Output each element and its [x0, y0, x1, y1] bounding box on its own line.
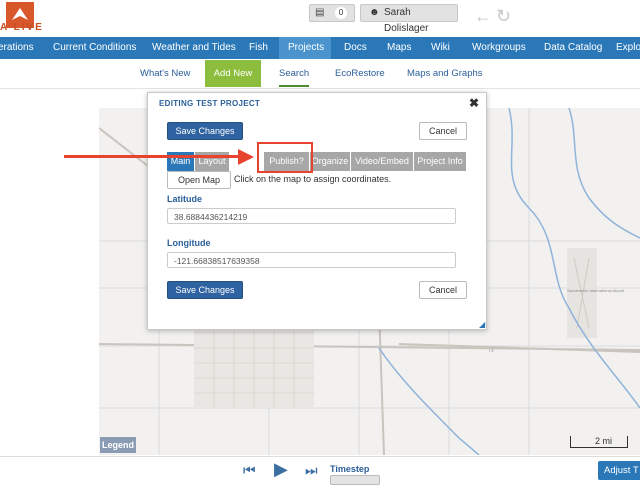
nav-item-current-conditions[interactable]: Current Conditions	[53, 37, 136, 59]
longitude-label: Longitude	[167, 238, 211, 248]
back-arrow-icon[interactable]: ←	[474, 6, 492, 27]
step-forward-icon[interactable]: ⏭	[305, 462, 318, 479]
nav-item-operations[interactable]: erations	[0, 37, 48, 59]
legend-button[interactable]: Legend	[100, 437, 136, 453]
main-nav: erations Current Conditions Weather and …	[0, 37, 640, 59]
logo-text: A LIVE	[0, 22, 44, 33]
longitude-input[interactable]: -121.66838517639358	[167, 252, 456, 268]
nav-item-docs[interactable]: Docs	[344, 37, 367, 59]
user-icon: ☻	[369, 7, 380, 18]
tab-video-embed[interactable]: Video/Embed	[351, 152, 414, 171]
tab-project-info[interactable]: Project Info	[414, 152, 467, 171]
tab-organize[interactable]: Organize	[310, 152, 351, 171]
subnav-add-new[interactable]: Add New	[205, 60, 261, 87]
step-back-icon[interactable]: ⏮	[243, 462, 256, 479]
nav-item-maps[interactable]: Maps	[387, 37, 411, 59]
latitude-label: Latitude	[167, 194, 202, 204]
nav-item-workgroups[interactable]: Workgroups	[472, 37, 526, 59]
top-bar: A LIVE ▤ 0 ☻ Sarah Dolislager ← ↻	[0, 0, 640, 36]
subnav-whats-new[interactable]: What's New	[140, 60, 190, 87]
annotation-arrow-line	[64, 155, 242, 158]
edit-project-dialog: EDITING TEST PROJECT ✖ Save Changes Canc…	[147, 92, 487, 330]
adjust-time-button[interactable]: Adjust T	[598, 461, 640, 480]
sub-nav: What's New Add New Search EcoRestore Map…	[0, 60, 640, 89]
dialog-title: EDITING TEST PROJECT	[159, 99, 261, 108]
nav-item-explore[interactable]: Explor	[616, 37, 640, 59]
map-hint-text: Click on the map to assign coordinates.	[234, 174, 392, 184]
timestep-select[interactable]	[330, 475, 380, 485]
user-menu-button[interactable]: ☻ Sarah Dolislager	[360, 4, 458, 34]
open-map-button[interactable]: Open Map	[167, 171, 231, 189]
latitude-input[interactable]: 38.6884436214219	[167, 208, 456, 224]
nav-item-fish[interactable]: Fish	[249, 37, 268, 59]
annotation-arrow-head	[238, 149, 254, 165]
nav-item-projects[interactable]: Projects	[279, 37, 331, 59]
annotation-highlight-box	[257, 142, 313, 173]
subnav-ecorestore[interactable]: EcoRestore	[335, 60, 385, 87]
timeline-bar	[0, 456, 640, 481]
basket-count: 0	[335, 7, 347, 19]
user-name: Sarah Dolislager	[384, 7, 429, 34]
close-icon[interactable]: ✖	[469, 96, 479, 110]
scale-label: 2 mi	[595, 436, 613, 446]
nav-item-data-catalog[interactable]: Data Catalog	[544, 37, 602, 59]
cancel-button-bottom[interactable]: Cancel	[419, 281, 467, 299]
nav-item-wiki[interactable]: Wiki	[431, 37, 450, 59]
basket-button[interactable]: ▤ 0	[309, 4, 355, 22]
resize-handle-icon[interactable]: ◢	[479, 320, 485, 329]
cancel-button-top[interactable]: Cancel	[419, 122, 467, 140]
subnav-search[interactable]: Search	[279, 60, 310, 87]
map-place-label: Sacramento International Airport	[567, 288, 625, 293]
refresh-icon[interactable]: ↻	[496, 6, 511, 27]
save-changes-button-top[interactable]: Save Changes	[167, 122, 243, 140]
nav-item-weather-tides[interactable]: Weather and Tides	[152, 37, 236, 59]
timestep-label: Timestep	[330, 464, 370, 474]
map-place-label: I 5	[489, 348, 494, 353]
subnav-maps-graphs[interactable]: Maps and Graphs	[407, 60, 483, 87]
basket-icon: ▤	[315, 7, 325, 18]
save-changes-button-bottom[interactable]: Save Changes	[167, 281, 243, 299]
play-icon[interactable]: ▶	[274, 459, 288, 480]
